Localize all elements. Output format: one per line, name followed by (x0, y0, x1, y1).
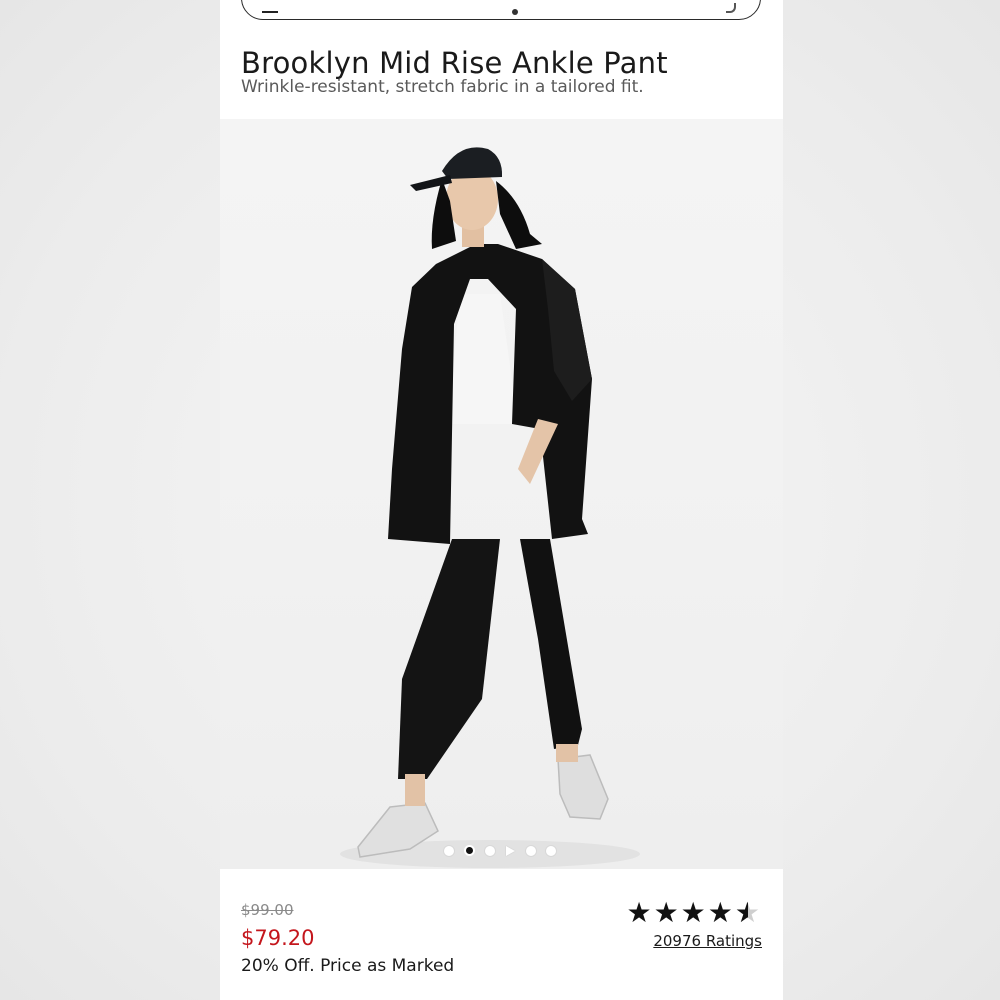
star-icon: ★ (626, 896, 654, 929)
product-subtitle: Wrinkle-resistant, stretch fabric in a t… (241, 77, 644, 97)
star-icon: ★ (707, 896, 735, 929)
product-image-carousel[interactable] (220, 119, 783, 869)
carousel-indicators (220, 844, 783, 858)
carousel-dot[interactable] (526, 846, 536, 856)
ratings-link[interactable]: 20976 Ratings (653, 932, 762, 950)
menu-icon (262, 11, 278, 13)
star-rating[interactable]: ★★★★★ (626, 896, 762, 929)
search-input[interactable] (241, 0, 761, 20)
promo-text: 20% Off. Price as Marked (241, 956, 455, 976)
carousel-dot[interactable] (444, 846, 454, 856)
carousel-dot[interactable] (485, 846, 495, 856)
original-price: $99.00 (241, 901, 294, 919)
play-icon[interactable] (506, 846, 515, 856)
carousel-dot-active[interactable] (466, 847, 473, 854)
sale-price: $79.20 (241, 926, 315, 950)
carousel-dot[interactable] (546, 846, 556, 856)
search-icon[interactable] (726, 3, 736, 13)
star-icon: ★ (680, 896, 708, 929)
price-and-rating-section: $99.00 $79.20 20% Off. Price as Marked ★… (220, 869, 783, 1000)
model-photo (340, 147, 640, 868)
search-text-fragment (512, 9, 518, 15)
product-title: Brooklyn Mid Rise Ankle Pant (241, 46, 668, 81)
half-star-icon: ★ (735, 899, 762, 928)
star-icon: ★ (653, 896, 681, 929)
product-page: Brooklyn Mid Rise Ankle Pant Wrinkle-res… (220, 0, 783, 1000)
